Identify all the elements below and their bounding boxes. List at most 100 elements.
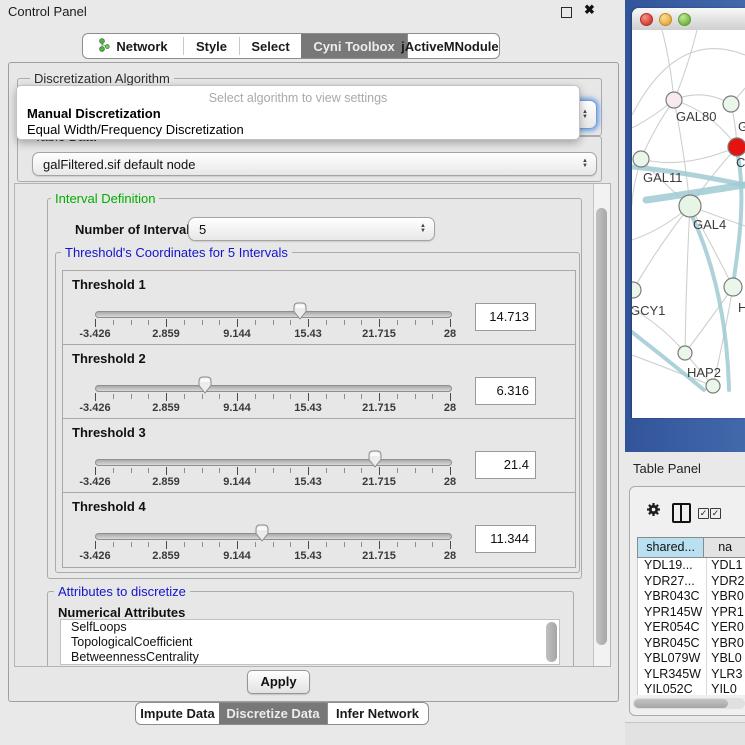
checkbox-icon[interactable]: ✓ — [698, 508, 709, 519]
network-edge-thick[interactable] — [632, 332, 704, 390]
table-row[interactable]: YBR045CYBR0 — [638, 636, 745, 652]
dropdown-item-equal-width[interactable]: Equal Width/Frequency Discretization — [27, 122, 244, 137]
node-gal80[interactable] — [666, 92, 682, 108]
tab-infer-network[interactable]: Infer Network — [327, 703, 427, 724]
table-row[interactable]: YDL19...YDL1 — [638, 558, 745, 574]
network-window-titlebar[interactable] — [632, 8, 745, 31]
tab-impute-data[interactable]: Impute Data — [136, 703, 219, 724]
slider-handle[interactable] — [254, 524, 269, 542]
node-gal11[interactable] — [633, 151, 649, 167]
column-header-name[interactable]: na — [704, 537, 745, 558]
node-bottom[interactable] — [706, 379, 720, 393]
table-row[interactable]: YDR27...YDR2 — [638, 574, 745, 590]
cell-shared-name[interactable]: YBL079W — [638, 651, 707, 667]
cell-shared-name[interactable]: YPR145W — [638, 605, 707, 621]
network-edge[interactable] — [641, 100, 674, 159]
network-edge[interactable] — [662, 30, 674, 100]
slider-handle[interactable] — [292, 302, 307, 320]
network-edge[interactable] — [641, 147, 737, 163]
close-icon[interactable]: ✖ — [584, 2, 595, 18]
cell-shared-name[interactable]: YIL052C — [638, 682, 707, 695]
cell-name[interactable]: YER0 — [707, 620, 745, 636]
cell-name[interactable]: YDR2 — [707, 574, 745, 590]
slider-handle[interactable] — [368, 450, 383, 468]
table-row[interactable]: YBL079WYBL0 — [638, 651, 745, 667]
table-row[interactable]: YPR145WYPR1 — [638, 605, 745, 621]
table-row[interactable]: YBR043CYBR0 — [638, 589, 745, 605]
dropdown-hint[interactable]: Select algorithm to view settings — [17, 91, 579, 105]
dropdown-item-manual[interactable]: Manual Discretization — [27, 106, 161, 121]
attribute-list-item[interactable]: BetweennessCentrality — [61, 650, 559, 665]
numerical-attributes-list[interactable]: SelfLoopsTopologicalCoefficientBetweenne… — [60, 619, 560, 665]
network-edge[interactable] — [674, 30, 697, 100]
window-zoom-button[interactable] — [678, 13, 691, 26]
network-canvas[interactable]: GAL80GACGAL11GAL4GCY1HHAP2 — [632, 30, 745, 418]
node-gal4[interactable] — [679, 195, 701, 217]
table-row[interactable]: YER054CYER0 — [638, 620, 745, 636]
cell-shared-name[interactable]: YLR345W — [638, 667, 707, 683]
node-hap2[interactable] — [678, 346, 692, 360]
threshold-slider[interactable]: -3.4262.8599.14415.4321.71528 — [95, 419, 450, 493]
attribute-list-item[interactable]: SelfLoops — [61, 620, 559, 635]
algorithm-dropdown-popup: Select algorithm to view settings Manual… — [16, 85, 580, 140]
tab-network[interactable]: Network — [83, 34, 183, 58]
table-scrollbar-thumb[interactable] — [634, 699, 728, 708]
cell-name[interactable]: YDL1 — [707, 558, 745, 574]
table-row[interactable]: YLR345WYLR3 — [638, 667, 745, 683]
slider-handle[interactable] — [198, 376, 213, 394]
node-h[interactable] — [724, 278, 742, 296]
network-edge[interactable] — [633, 206, 690, 290]
cell-name[interactable]: YBR0 — [707, 589, 745, 605]
number-of-intervals-combobox[interactable]: 5 ▲▼ — [188, 217, 435, 241]
cell-shared-name[interactable]: YBR045C — [638, 636, 707, 652]
table-row[interactable]: YIL052CYIL0 — [638, 682, 745, 695]
network-edge[interactable] — [685, 206, 690, 353]
cell-shared-name[interactable]: YDL19... — [638, 558, 707, 574]
table-horizontal-scrollbar[interactable] — [633, 698, 745, 709]
list-scrollbar[interactable] — [546, 622, 557, 662]
cell-shared-name[interactable]: YER054C — [638, 620, 707, 636]
table-rows[interactable]: YDL19...YDL1YDR27...YDR2YBR043CYBR0YPR14… — [637, 558, 745, 695]
cell-name[interactable]: YLR3 — [707, 667, 745, 683]
tab-discretize-data[interactable]: Discretize Data — [219, 703, 327, 724]
cell-shared-name[interactable]: YDR27... — [638, 574, 707, 590]
threshold-slider[interactable]: -3.4262.8599.14415.4321.71528 — [95, 493, 450, 567]
cell-shared-name[interactable]: YBR043C — [638, 589, 707, 605]
threshold-slider[interactable]: -3.4262.8599.14415.4321.71528 — [95, 271, 450, 345]
threshold-value-field[interactable]: 6.316 — [475, 377, 536, 405]
slider-track[interactable] — [95, 311, 452, 318]
tab-style[interactable]: Style — [184, 34, 239, 58]
table-data-combobox[interactable]: galFiltered.sif default node ▲▼ — [32, 152, 597, 176]
slider-track[interactable] — [95, 533, 452, 540]
cell-name[interactable]: YBR0 — [707, 636, 745, 652]
window-minimize-button[interactable] — [659, 13, 672, 26]
column-header-shared-name[interactable]: shared... — [637, 537, 704, 558]
attribute-list-item[interactable]: TopologicalCoefficient — [61, 635, 559, 650]
checkbox-icon[interactable]: ✓ — [710, 508, 721, 519]
split-view-icon[interactable] — [672, 503, 691, 523]
window-close-button[interactable] — [640, 13, 653, 26]
tick-label: 21.715 — [362, 328, 396, 340]
cell-name[interactable]: YIL0 — [707, 682, 745, 695]
threshold-value-field[interactable]: 21.4 — [475, 451, 536, 479]
slider-track[interactable] — [95, 459, 452, 466]
cell-name[interactable]: YBL0 — [707, 651, 745, 667]
tab-jactivemnodules[interactable]: jActiveMNodules — [407, 34, 499, 58]
panel-scrollbar-thumb[interactable] — [596, 208, 607, 645]
node-gcy1[interactable] — [632, 282, 641, 298]
tab-select[interactable]: Select — [240, 34, 301, 58]
tab-cyni-toolbox[interactable]: Cyni Toolbox — [301, 34, 407, 58]
apply-button[interactable]: Apply — [247, 670, 310, 694]
threshold-value-field[interactable]: 14.713 — [475, 303, 536, 331]
gear-icon[interactable] — [646, 502, 661, 522]
network-edge-thick[interactable] — [734, 156, 741, 278]
node-topright[interactable] — [723, 96, 739, 112]
slider-track[interactable] — [95, 385, 452, 392]
node-red[interactable] — [728, 138, 745, 156]
threshold-slider[interactable]: -3.4262.8599.14415.4321.71528 — [95, 345, 450, 419]
threshold-value-field[interactable]: 11.344 — [475, 525, 536, 553]
network-edge-thick[interactable] — [692, 216, 729, 390]
cell-name[interactable]: YPR1 — [707, 605, 745, 621]
panel-scrollbar[interactable] — [593, 184, 610, 666]
float-panel-icon[interactable] — [561, 7, 572, 18]
